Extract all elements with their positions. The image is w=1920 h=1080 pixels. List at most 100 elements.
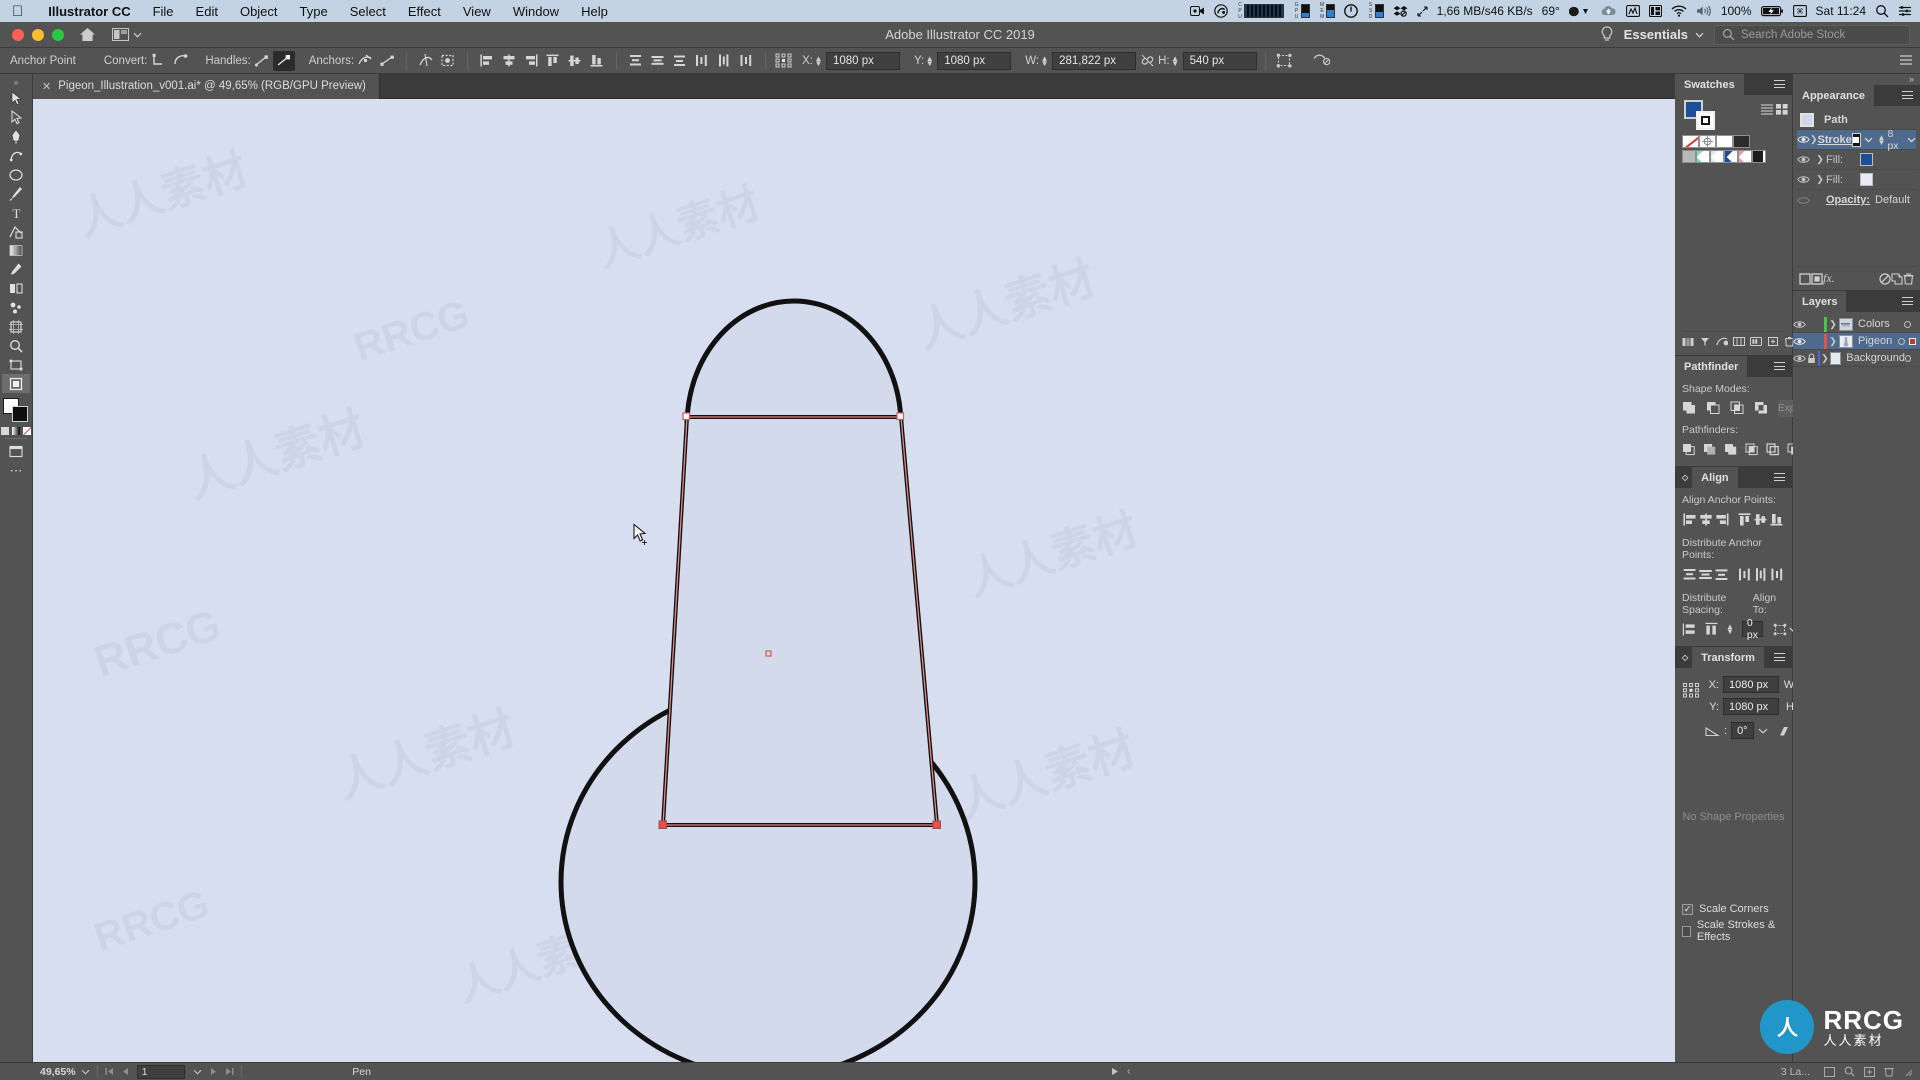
- distribute-right-icon[interactable]: [1769, 565, 1785, 583]
- pink-swatch[interactable]: [1738, 150, 1752, 163]
- prev-artboard-icon[interactable]: [122, 1067, 129, 1076]
- home-icon[interactable]: [78, 26, 96, 44]
- mint-swatch[interactable]: [1696, 150, 1710, 163]
- collapse-arrow-icon[interactable]: ◇: [1682, 653, 1688, 662]
- distribute-top-icon[interactable]: [625, 51, 647, 71]
- eye-icon[interactable]: [1797, 155, 1814, 164]
- close-icon[interactable]: ✕: [42, 80, 51, 93]
- intersect-icon[interactable]: [1730, 399, 1745, 417]
- cloud-icon[interactable]: [1600, 5, 1617, 17]
- angle-dropdown-icon[interactable]: [1758, 728, 1768, 734]
- color-mode-color[interactable]: [1, 427, 9, 435]
- selection-tool[interactable]: [2, 89, 30, 108]
- menu-edit[interactable]: Edit: [185, 4, 229, 19]
- artboard-number-field[interactable]: 1: [136, 1064, 185, 1079]
- w-field[interactable]: 281,822 px: [1052, 51, 1137, 70]
- prev-icon[interactable]: ‹: [1127, 1066, 1130, 1077]
- appearance-fill-label-1[interactable]: Fill:: [1826, 154, 1860, 166]
- battery-ring-icon[interactable]: [1344, 4, 1358, 18]
- stroke-weight-value[interactable]: 8 px: [1887, 128, 1899, 152]
- distribute-left-icon[interactable]: [1737, 565, 1753, 583]
- lavender-swatch[interactable]: [1710, 150, 1724, 163]
- x-stepper[interactable]: ▲ ▼: [813, 54, 824, 67]
- dropbox-icon[interactable]: [1393, 5, 1408, 18]
- add-new-stroke-icon[interactable]: [1799, 272, 1811, 285]
- connect-anchors-icon[interactable]: [376, 51, 398, 71]
- search-icon[interactable]: [1844, 1066, 1855, 1077]
- hamburger-icon[interactable]: [1774, 473, 1785, 484]
- table-row[interactable]: ❯ Background: [1793, 350, 1920, 367]
- layer-name[interactable]: Colors: [1858, 318, 1890, 330]
- transform-panel-icon[interactable]: [1274, 51, 1296, 71]
- menu-window[interactable]: Window: [502, 4, 570, 19]
- convert-to-smooth-icon[interactable]: [169, 51, 191, 71]
- menu-app-name[interactable]: Illustrator CC: [37, 4, 141, 19]
- artboard-tool[interactable]: [2, 317, 30, 336]
- lightbulb-icon[interactable]: [1600, 26, 1614, 43]
- transform-panel-header[interactable]: ◇ Transform: [1675, 647, 1792, 668]
- reference-point-grid-icon[interactable]: [774, 52, 794, 69]
- search-icon[interactable]: [1875, 4, 1889, 18]
- hamburger-icon[interactable]: [1774, 80, 1785, 91]
- black-swatch[interactable]: [1733, 135, 1750, 148]
- layer-target-circle[interactable]: [1904, 320, 1911, 328]
- blend-tool[interactable]: [2, 279, 30, 298]
- control-bar-menu-icon[interactable]: [1900, 55, 1912, 66]
- delete-layer-icon[interactable]: [1884, 1066, 1894, 1077]
- chevron-right-icon[interactable]: ❯: [1820, 353, 1830, 364]
- zoom-control[interactable]: 49,65%: [33, 1063, 97, 1080]
- battery-charging-icon[interactable]: [1760, 5, 1784, 17]
- pathfinder-tab-label[interactable]: Pathfinder: [1675, 356, 1748, 377]
- collapse-arrow-icon[interactable]: ◇: [1682, 473, 1688, 482]
- free-transform-tool[interactable]: [2, 355, 30, 374]
- color-mode-gradient[interactable]: [12, 427, 20, 435]
- paintbrush-tool[interactable]: [2, 184, 30, 203]
- cpu-monitor[interactable]: CPU: [1237, 2, 1285, 20]
- new-swatch-icon[interactable]: [1767, 336, 1779, 347]
- distribute-center-h-icon[interactable]: [1753, 565, 1769, 583]
- toolbar-expand-icon[interactable]: »: [14, 78, 18, 87]
- align-left-icon[interactable]: [476, 51, 498, 71]
- layer-target-circle[interactable]: [1905, 354, 1911, 362]
- convert-to-corner-icon[interactable]: [147, 51, 169, 71]
- moon-icon[interactable]: [1568, 5, 1591, 18]
- distribute-bottom-icon[interactable]: [1714, 565, 1730, 583]
- maximize-window-button[interactable]: [52, 28, 64, 41]
- h-stepper[interactable]: ▲ ▼: [1170, 54, 1181, 67]
- hamburger-icon[interactable]: [1902, 297, 1913, 308]
- curvature-tool[interactable]: [2, 146, 30, 165]
- transform-y-field[interactable]: 1080 px: [1723, 698, 1779, 715]
- zoom-value[interactable]: 49,65%: [40, 1066, 76, 1078]
- zoom-tool[interactable]: [2, 336, 30, 355]
- new-layer-icon[interactable]: [1864, 1066, 1876, 1077]
- pathfinder-panel-header[interactable]: Pathfinder: [1675, 356, 1792, 377]
- crop-icon[interactable]: [1745, 440, 1759, 458]
- next-artboard-icon[interactable]: [210, 1067, 217, 1076]
- shaper-tool[interactable]: [2, 222, 30, 241]
- add-new-fill-icon[interactable]: [1811, 272, 1823, 285]
- more-tools-icon[interactable]: ⋯: [2, 461, 30, 480]
- align-tab-label[interactable]: Align: [1692, 467, 1738, 488]
- appearance-stroke-row[interactable]: ❯ Stroke: ▲ ▼ 8 px: [1797, 128, 1916, 152]
- menu-effect[interactable]: Effect: [397, 4, 452, 19]
- outline-icon[interactable]: [1766, 440, 1780, 458]
- cut-path-icon[interactable]: [415, 51, 437, 71]
- align-left-icon[interactable]: [1682, 510, 1698, 528]
- add-new-effect-icon[interactable]: fx.: [1823, 271, 1835, 286]
- lock-icon[interactable]: [1807, 352, 1818, 364]
- hamburger-icon[interactable]: [1902, 91, 1913, 102]
- show-swatch-kinds-icon[interactable]: [1699, 336, 1711, 347]
- align-panel-header[interactable]: ◇ Align: [1675, 467, 1792, 488]
- white-swatch[interactable]: [1716, 135, 1733, 148]
- horizontal-distribute-space-icon[interactable]: [1704, 620, 1720, 638]
- layers-panel-header[interactable]: Layers: [1793, 291, 1920, 312]
- artwork[interactable]: [33, 99, 1675, 1062]
- appearance-opacity-row[interactable]: Opacity: Default: [1797, 190, 1916, 210]
- color-group-icon[interactable]: [1716, 336, 1728, 347]
- arrange-documents-icon[interactable]: [112, 28, 142, 41]
- canvas-area[interactable]: 人人素材 RRCG 人人素材 人人素材 人人素材 RRCG 人人素材 RRCG …: [33, 99, 1675, 1062]
- appearance-fill-label-2[interactable]: Fill:: [1826, 174, 1860, 186]
- display-icon[interactable]: [1625, 5, 1640, 17]
- menu-help[interactable]: Help: [570, 4, 619, 19]
- table-row[interactable]: ❯ Colors: [1793, 316, 1920, 333]
